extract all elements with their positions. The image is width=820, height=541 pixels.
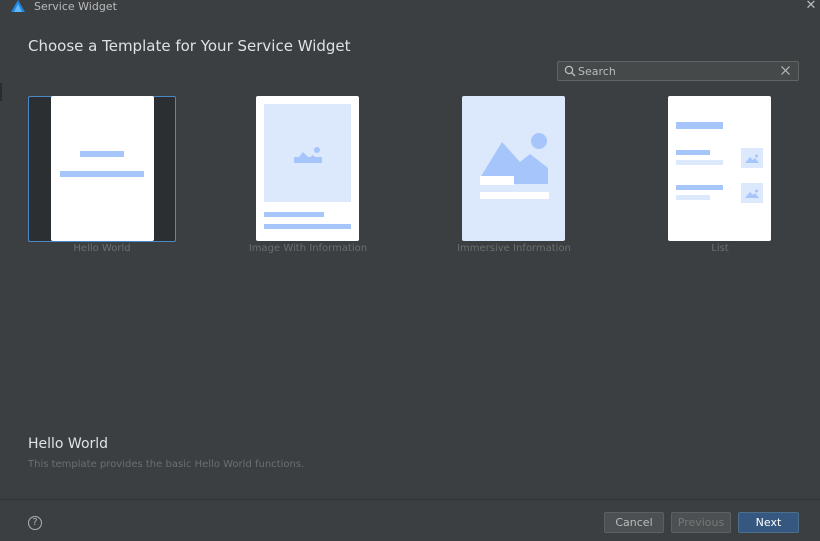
image-placeholder-icon [294,147,322,163]
clear-search-icon[interactable] [780,65,791,76]
preview-text-bar [480,192,549,199]
preview-image-area [264,104,351,202]
template-label: Hello World [73,243,131,254]
title-bar: Service Widget ✕ [0,0,820,15]
search-box[interactable] [557,61,799,81]
template-label: List [711,243,729,254]
close-icon[interactable]: ✕ [805,0,817,13]
template-label: Immersive Information [457,243,571,254]
cancel-button[interactable]: Cancel [604,512,664,533]
window-title: Service Widget [34,0,117,13]
help-icon[interactable]: ? [28,516,42,530]
preview-title-bar [480,176,514,185]
hello-world-preview [51,96,154,241]
list-preview [668,96,771,241]
service-widget-dialog: Choose a Template for Your Service Widge… [0,15,820,541]
image-with-information-preview [256,96,359,241]
preview-list-item-text [676,195,710,200]
app-logo-icon [11,0,25,12]
template-description-title: Hello World [28,436,109,452]
footer-divider [0,499,820,500]
preview-list-item-text [676,160,723,165]
template-description-text: This template provides the basic Hello W… [28,459,305,470]
preview-list-item-title [676,150,710,155]
search-icon [564,65,576,77]
preview-list-header [676,122,723,129]
preview-text-bar [60,171,144,177]
preview-title-bar [80,151,124,157]
list-thumbnail-icon [741,148,763,168]
search-input[interactable] [578,63,773,79]
preview-title-bar [264,212,324,217]
left-edge-marker [0,83,2,101]
next-button[interactable]: Next [738,512,799,533]
previous-button[interactable]: Previous [671,512,731,533]
template-label: Image With Information [248,243,368,254]
immersive-information-preview [462,96,565,241]
list-thumbnail-icon [741,183,763,203]
preview-text-bar [264,224,351,229]
page-title: Choose a Template for Your Service Widge… [28,37,351,55]
preview-list-item-title [676,185,723,190]
